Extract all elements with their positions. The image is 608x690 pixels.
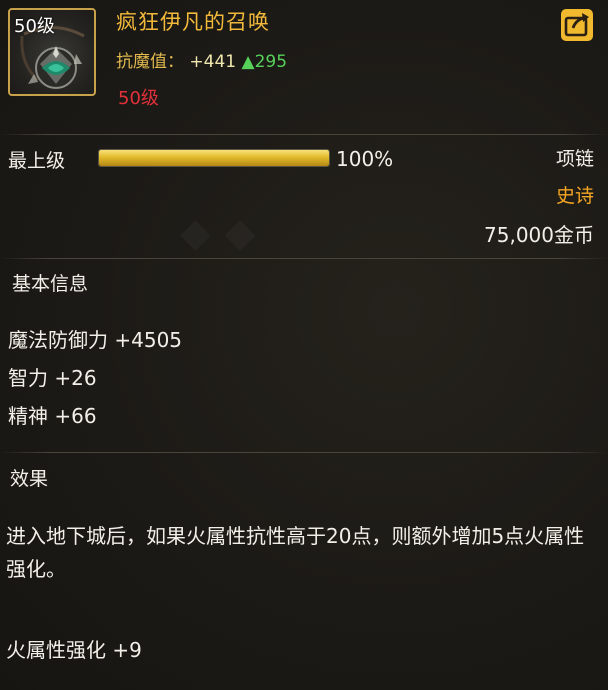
- item-level-badge: 50级: [14, 16, 55, 37]
- divider: [0, 452, 608, 453]
- item-icon-frame[interactable]: 50级: [8, 8, 96, 96]
- item-name: 疯狂伊凡的召唤: [116, 10, 270, 34]
- stat-magic-defense: 魔法防御力 +4505: [8, 328, 183, 352]
- item-rarity: 史诗: [555, 185, 594, 207]
- stat-intelligence: 智力 +26: [8, 366, 97, 390]
- item-tooltip-panel: ◆ ◆ 50级 疯狂伊凡的召唤 抗魔值： +441 ▲295 50级 最上级: [0, 0, 608, 690]
- effect-description: 进入地下城后，如果火属性抗性高于20点，则额外增加5点火属性强化。: [6, 524, 585, 581]
- background-watermark: ◆ ◆: [180, 210, 255, 256]
- divider: [0, 258, 608, 259]
- effect-header: 效果: [10, 468, 49, 490]
- magic-resist-label: 抗魔值：: [116, 52, 184, 72]
- magic-resist-delta: ▲295: [241, 52, 288, 72]
- required-level: 50级: [118, 88, 159, 109]
- magic-resist-line: 抗魔值： +441 ▲295: [116, 47, 287, 72]
- grade-label: 最上级: [8, 150, 66, 172]
- grade-progress-bar: [98, 149, 330, 167]
- stat-spirit: 精神 +66: [8, 404, 97, 428]
- share-icon[interactable]: [560, 8, 594, 42]
- item-slot: 项链: [555, 148, 594, 170]
- magic-resist-value: +441: [189, 52, 237, 72]
- effect-bonus: 火属性强化 +9: [6, 638, 142, 662]
- basic-info-header: 基本信息: [12, 273, 89, 295]
- grade-progress-fill: [99, 150, 329, 166]
- divider: [0, 134, 608, 135]
- item-price: 75,000金币: [484, 223, 594, 247]
- grade-percent: 100%: [336, 147, 394, 171]
